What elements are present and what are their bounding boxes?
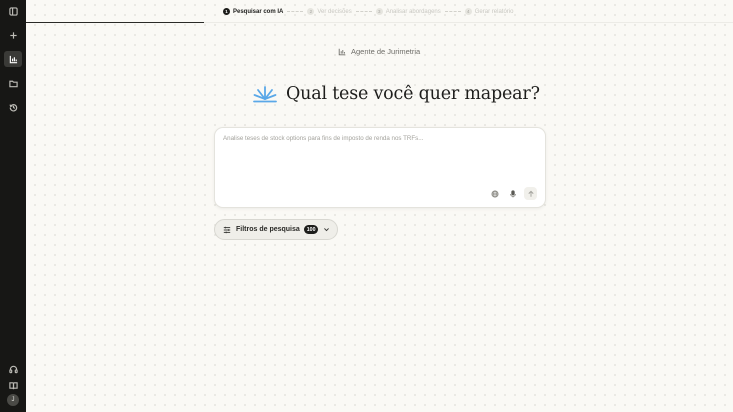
new-item-button[interactable] (4, 27, 22, 43)
step-ver-decisoes[interactable]: 2 Ver decisões (307, 8, 352, 15)
headset-icon (8, 365, 18, 373)
arrow-up-icon (527, 190, 534, 197)
folder-icon (8, 80, 18, 87)
step-gerar-relatorio[interactable]: 4 Gerar relatório (464, 8, 514, 15)
progress-indicator (26, 22, 204, 23)
chart-icon (338, 48, 346, 55)
chevron-down-icon (324, 228, 330, 232)
docs-button[interactable] (4, 377, 22, 393)
prompt-box (214, 127, 546, 208)
step-number: 1 (223, 8, 230, 15)
folders-button[interactable] (4, 75, 22, 91)
voice-input-button[interactable] (506, 187, 519, 200)
step-label: Gerar relatório (474, 8, 514, 15)
web-search-button[interactable] (488, 187, 501, 200)
step-label: Analisar abordagens (385, 8, 441, 15)
steps-nav: 1 Pesquisar com IA 2 Ver decisões 3 Anal… (223, 8, 513, 15)
step-number: 2 (307, 8, 315, 15)
filters-label: Filtros de pesquisa (236, 226, 300, 233)
sparkle-rays-icon (253, 86, 277, 103)
jurimetria-button[interactable] (4, 51, 22, 67)
globe-icon (490, 189, 499, 198)
filters-count-badge: 100 (303, 225, 319, 234)
book-icon (8, 381, 18, 389)
step-label: Ver decisões (317, 8, 352, 15)
panel-toggle-button[interactable] (4, 3, 22, 19)
sliders-icon (223, 226, 231, 233)
step-analisar[interactable]: 3 Analisar abordagens (375, 8, 441, 15)
support-button[interactable] (4, 361, 22, 377)
page-title: Qual tese você quer mapear? (252, 84, 540, 104)
step-divider (287, 11, 304, 12)
headline-text: Qual tese você quer mapear? (286, 84, 540, 104)
step-label: Pesquisar com IA (233, 8, 284, 15)
top-bar: 1 Pesquisar com IA 2 Ver decisões 3 Anal… (26, 0, 733, 24)
send-button[interactable] (524, 187, 537, 200)
avatar[interactable]: J (7, 394, 19, 406)
prompt-actions (483, 187, 537, 200)
step-number: 3 (375, 8, 383, 15)
step-divider (355, 11, 372, 12)
search-filters-button[interactable]: Filtros de pesquisa 100 (214, 219, 338, 240)
chart-icon (9, 55, 17, 63)
step-divider (444, 11, 461, 12)
agent-label-text: Agente de Jurimetria (351, 47, 421, 56)
sidebar-top-group (4, 3, 22, 123)
progress-track (204, 22, 733, 23)
plus-icon (9, 31, 17, 39)
step-number: 4 (464, 8, 472, 15)
history-icon (9, 103, 17, 112)
sidebar-bottom-group: J (4, 361, 22, 410)
agent-label: Agente de Jurimetria (338, 47, 420, 56)
step-pesquisar[interactable]: 1 Pesquisar com IA (223, 8, 283, 15)
microphone-icon (509, 189, 516, 197)
prompt-input[interactable] (223, 135, 533, 142)
history-button[interactable] (4, 99, 22, 115)
sidebar: J (0, 0, 26, 412)
panel-toggle-icon (8, 6, 18, 16)
